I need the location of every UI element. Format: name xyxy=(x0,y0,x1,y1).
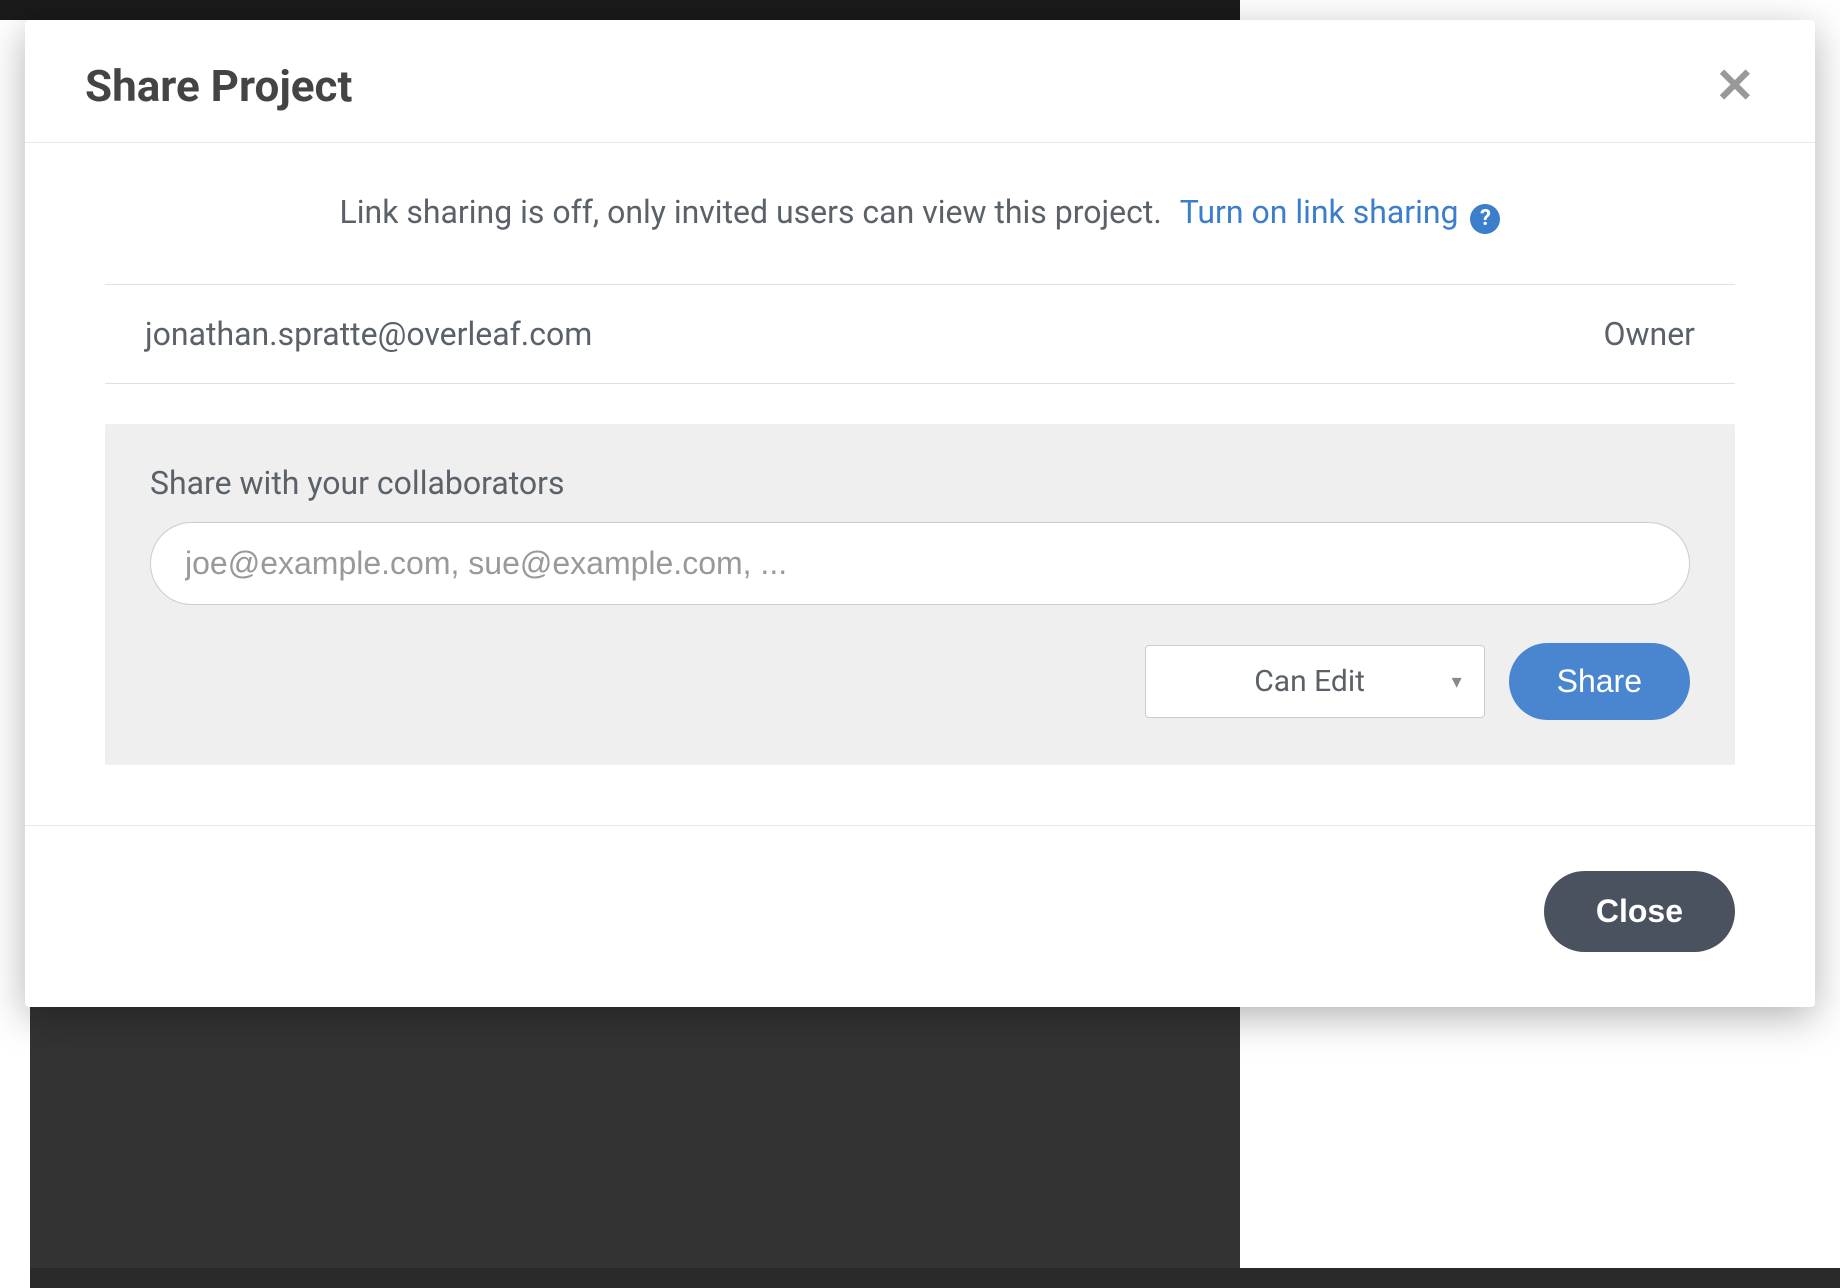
close-icon[interactable]: ✕ xyxy=(1715,62,1755,110)
share-project-modal: Share Project ✕ Link sharing is off, onl… xyxy=(25,20,1815,1007)
share-collaborators-section: Share with your collaborators Can Edit S… xyxy=(105,424,1735,765)
owner-row: jonathan.spratte@overleaf.com Owner xyxy=(105,285,1735,384)
permission-select[interactable]: Can Edit xyxy=(1145,645,1485,718)
link-sharing-row: Link sharing is off, only invited users … xyxy=(105,143,1735,285)
share-controls: Can Edit Share xyxy=(150,643,1690,720)
modal-body: Link sharing is off, only invited users … xyxy=(25,143,1815,765)
turn-on-link-sharing-link[interactable]: Turn on link sharing xyxy=(1180,193,1459,231)
owner-email: jonathan.spratte@overleaf.com xyxy=(145,315,592,353)
link-sharing-status: Link sharing is off, only invited users … xyxy=(340,193,1162,231)
owner-role: Owner xyxy=(1603,315,1695,353)
share-label: Share with your collaborators xyxy=(150,464,1690,502)
collaborator-email-input[interactable] xyxy=(150,522,1690,605)
share-button[interactable]: Share xyxy=(1509,643,1690,720)
close-button[interactable]: Close xyxy=(1544,871,1735,952)
modal-title: Share Project xyxy=(85,60,352,112)
modal-overlay: Share Project ✕ Link sharing is off, onl… xyxy=(0,0,1840,1268)
modal-footer: Close xyxy=(25,825,1815,1007)
modal-header: Share Project ✕ xyxy=(25,20,1815,143)
permission-selected-label: Can Edit xyxy=(1254,664,1365,699)
help-icon[interactable]: ? xyxy=(1470,204,1500,234)
